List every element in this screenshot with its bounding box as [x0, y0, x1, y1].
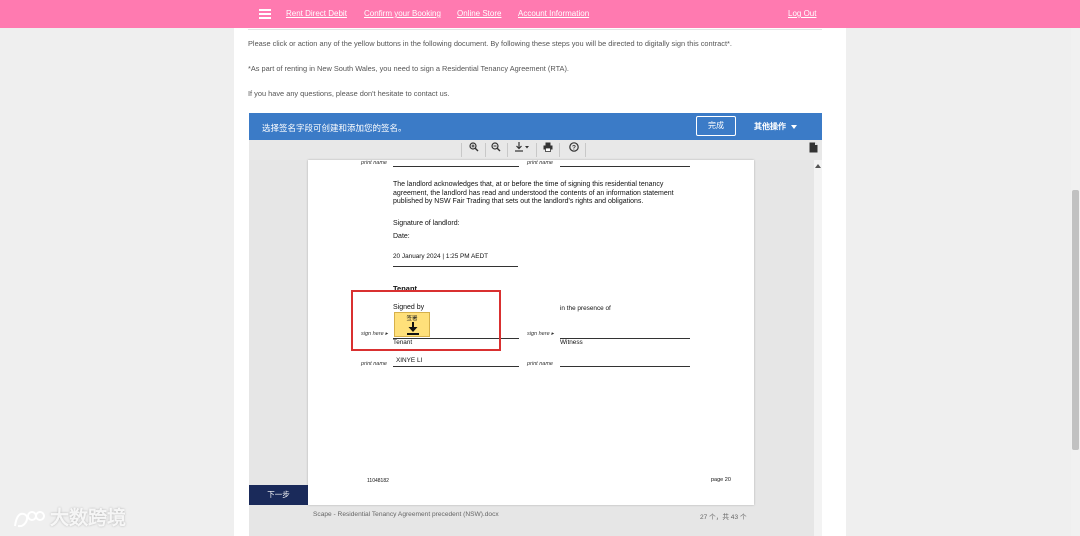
print-name-label: print name	[527, 361, 553, 367]
print-name-label: print name	[361, 361, 387, 367]
watermark-logo-icon	[14, 510, 45, 528]
next-step-button[interactable]: 下一步	[249, 485, 308, 505]
toolbar-divider	[507, 143, 508, 157]
nav-link-online-store[interactable]: Online Store	[457, 9, 501, 18]
zoom-out-icon[interactable]	[487, 142, 505, 158]
page-scrollbar[interactable]	[1071, 28, 1080, 536]
print-name-label: print name	[527, 160, 553, 166]
tenant-name: XINYE LI	[396, 357, 423, 364]
document-filename: Scape - Residential Tenancy Agreement pr…	[313, 511, 499, 518]
underline	[393, 166, 519, 167]
document-icon[interactable]	[804, 142, 822, 158]
viewer-scrollbar[interactable]	[814, 160, 822, 536]
divider	[248, 29, 822, 30]
toolbar-divider	[585, 143, 586, 157]
toolbar-divider	[461, 143, 462, 157]
signature-of-landlord-label: Signature of landlord:	[393, 220, 460, 227]
toolbar-divider	[485, 143, 486, 157]
download-icon[interactable]	[511, 142, 533, 158]
more-actions-label: 其他操作	[754, 122, 786, 131]
intro-paragraph-1: Please click or action any of the yellow…	[248, 39, 732, 48]
underline	[393, 266, 518, 267]
print-name-label: print name	[361, 160, 387, 166]
nav-link-account-information[interactable]: Account Information	[518, 9, 589, 18]
date-value: 20 January 2024 | 1:25 PM AEDT	[393, 253, 489, 260]
toolbar-divider	[559, 143, 560, 157]
intro-paragraph-2: *As part of renting in New South Wales, …	[248, 64, 569, 73]
underline	[560, 366, 690, 367]
scroll-up-icon[interactable]	[815, 164, 821, 168]
signing-header-bar: 选择签名字段可创建和添加您的签名。 完成 其他操作	[249, 113, 822, 140]
nav-link-rent-direct-debit[interactable]: Rent Direct Debit	[286, 9, 347, 18]
sign-here-label: sign here ▸	[527, 331, 554, 337]
landlord-acknowledgement: The landlord acknowledges that, at or be…	[393, 181, 674, 205]
underline	[560, 166, 690, 167]
signing-instructions: 选择签名字段可创建和添加您的签名。	[262, 123, 407, 133]
menu-icon[interactable]	[259, 9, 271, 19]
top-navigation-bar: Rent Direct Debit Confirm your Booking O…	[0, 0, 1080, 28]
logout-link[interactable]: Log Out	[788, 9, 816, 18]
download-arrow-icon	[407, 322, 419, 335]
intro-paragraph-3: If you have any questions, please don't …	[248, 89, 450, 98]
help-icon[interactable]: ?	[565, 142, 583, 158]
sign-field-button[interactable]: 签署	[394, 312, 430, 337]
zoom-in-icon[interactable]	[465, 142, 483, 158]
document-toolbar: ?	[249, 140, 822, 160]
more-actions-dropdown[interactable]: 其他操作	[754, 121, 797, 132]
toolbar-divider	[536, 143, 537, 157]
svg-text:?: ?	[572, 144, 576, 151]
watermark: 大数跨境	[12, 503, 126, 530]
document-id: 11048182	[367, 478, 389, 484]
underline	[393, 366, 519, 367]
watermark-text: 大数跨境	[50, 508, 127, 529]
witness-label: Witness	[560, 339, 583, 346]
sign-field-label: 签署	[406, 316, 418, 322]
date-label: Date:	[393, 233, 410, 240]
scrollbar-thumb[interactable]	[1072, 190, 1079, 450]
print-icon[interactable]	[539, 142, 557, 158]
nav-link-confirm-booking[interactable]: Confirm your Booking	[364, 9, 441, 18]
chevron-down-icon	[791, 124, 797, 129]
page-number: page 20	[711, 477, 731, 483]
presence-label: in the presence of	[560, 305, 611, 312]
page-counter: 27 个，共 43 个	[700, 514, 747, 521]
finish-button[interactable]: 完成	[696, 116, 736, 136]
